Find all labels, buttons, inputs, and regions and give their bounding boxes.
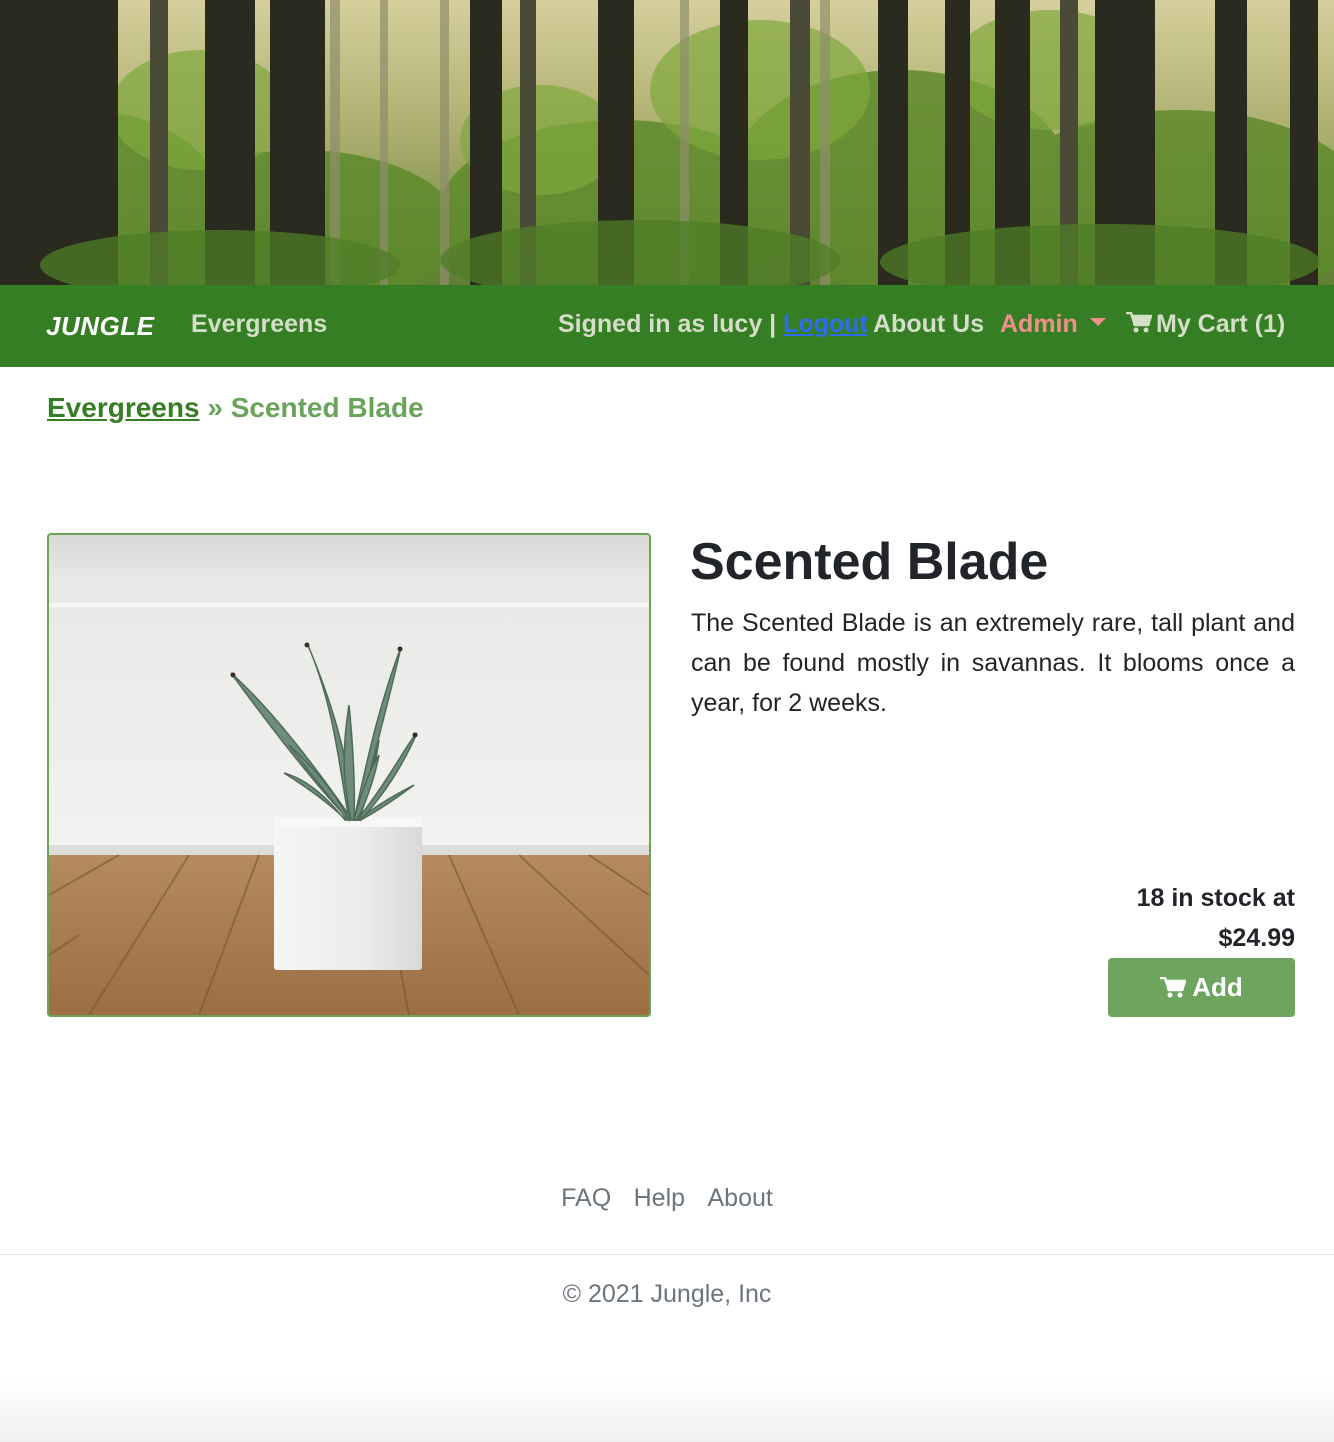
cart-label: My Cart (1) — [1156, 310, 1286, 338]
signed-in-status: Signed in as lucy | Logout — [558, 310, 868, 339]
product-title: Scented Blade — [690, 533, 1049, 591]
shopping-cart-icon — [1126, 312, 1152, 333]
stock-text: 18 in stock at — [1136, 884, 1295, 912]
logout-link[interactable]: Logout — [783, 310, 868, 338]
potted-succulent-photo — [49, 535, 649, 1015]
admin-dropdown[interactable]: Admin — [1000, 310, 1106, 339]
bottom-fade — [0, 1380, 1334, 1442]
about-us-link[interactable]: About Us — [873, 310, 984, 339]
forest-banner-image — [0, 0, 1334, 285]
shopping-cart-icon — [1160, 976, 1187, 997]
copyright: © 2021 Jungle, Inc — [562, 1280, 772, 1308]
price: $24.99 — [1218, 924, 1295, 952]
my-cart-link[interactable]: My Cart (1) — [1126, 310, 1285, 339]
breadcrumb-separator: » — [207, 392, 223, 423]
brand-logo[interactable]: JUNGLE — [46, 311, 154, 342]
footer-nav: FAQ Help About — [0, 1184, 1334, 1213]
nav-evergreens-link[interactable]: Evergreens — [191, 310, 327, 339]
hero-banner — [0, 0, 1334, 285]
footer-about-link[interactable]: About — [708, 1184, 773, 1212]
admin-label: Admin — [1000, 310, 1078, 338]
footer-divider — [0, 1254, 1334, 1255]
product-image — [47, 533, 651, 1017]
add-to-cart-button[interactable]: Add — [1108, 958, 1295, 1017]
navbar: JUNGLE Evergreens Signed in as lucy | Lo… — [0, 285, 1334, 367]
footer-help-link[interactable]: Help — [634, 1184, 685, 1212]
breadcrumb: Evergreens » Scented Blade — [47, 392, 424, 424]
caret-down-icon — [1089, 318, 1106, 327]
breadcrumb-evergreens-link[interactable]: Evergreens — [47, 392, 200, 423]
add-button-label: Add — [1192, 972, 1243, 1002]
stock-price-info: 18 in stock at $24.99 — [995, 878, 1295, 958]
footer-faq-link[interactable]: FAQ — [561, 1184, 611, 1212]
breadcrumb-current: Scented Blade — [230, 392, 424, 423]
product-description: The Scented Blade is an extremely rare, … — [691, 609, 1295, 717]
signed-in-text: Signed in as lucy | — [558, 310, 777, 338]
